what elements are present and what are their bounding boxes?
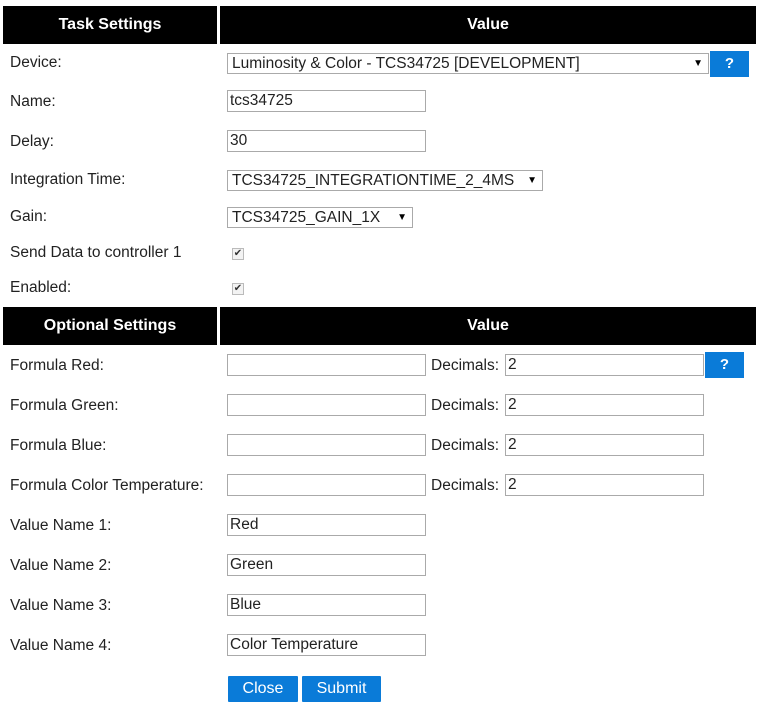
name-input[interactable]: tcs34725 xyxy=(227,90,426,112)
send-data-checkbox[interactable]: ✔ xyxy=(232,248,244,260)
task-settings-title: Task Settings xyxy=(58,16,162,33)
device-select[interactable]: Luminosity & Color - TCS34725 [DEVELOPME… xyxy=(227,53,709,74)
optional-value-title: Value xyxy=(467,317,509,334)
gain-select[interactable]: TCS34725_GAIN_1X ▼ xyxy=(227,207,413,228)
device-label: Device: xyxy=(10,54,62,71)
submit-button[interactable]: Submit xyxy=(302,676,381,702)
value-name-3-label: Value Name 3: xyxy=(10,597,112,614)
formula-blue-label: Formula Blue: xyxy=(10,437,107,454)
optional-settings-title: Optional Settings xyxy=(43,317,177,334)
enabled-label: Enabled: xyxy=(10,279,72,296)
value-name-4-label: Value Name 4: xyxy=(10,637,112,654)
name-label: Name: xyxy=(10,93,56,110)
value-name-2-label: Value Name 2: xyxy=(10,557,112,574)
decimals-red-label: Decimals: xyxy=(431,357,500,374)
task-value-header: Value xyxy=(220,6,756,44)
value-name-1-input[interactable]: Red xyxy=(227,514,426,536)
formula-color-temp-input[interactable] xyxy=(227,474,426,496)
enabled-checkbox[interactable]: ✔ xyxy=(232,283,244,295)
value-name-4-input[interactable]: Color Temperature xyxy=(227,634,426,656)
formula-green-input[interactable] xyxy=(227,394,426,416)
dropdown-arrow-icon: ▼ xyxy=(693,58,703,69)
integration-time-select[interactable]: TCS34725_INTEGRATIONTIME_2_4MS ▼ xyxy=(227,170,543,191)
device-help-button[interactable]: ? xyxy=(710,51,749,77)
decimals-green-label: Decimals: xyxy=(431,397,500,414)
task-value-title: Value xyxy=(467,16,509,33)
formula-color-temp-label: Formula Color Temperature: xyxy=(10,477,204,494)
delay-label: Delay: xyxy=(10,133,54,150)
decimals-blue-label: Decimals: xyxy=(431,437,500,454)
value-name-2-input[interactable]: Green xyxy=(227,554,426,576)
decimals-red-input[interactable]: 2 xyxy=(505,354,704,376)
integration-time-label: Integration Time: xyxy=(10,171,126,188)
decimals-green-input[interactable]: 2 xyxy=(505,394,704,416)
close-button[interactable]: Close xyxy=(228,676,298,702)
device-select-value: Luminosity & Color - TCS34725 [DEVELOPME… xyxy=(232,55,580,72)
optional-settings-header: Optional Settings xyxy=(3,307,217,345)
delay-input[interactable]: 30 xyxy=(227,130,426,152)
formula-help-button[interactable]: ? xyxy=(705,352,744,378)
optional-value-header: Value xyxy=(220,307,756,345)
dropdown-arrow-icon: ▼ xyxy=(397,212,407,223)
decimals-color-temp-input[interactable]: 2 xyxy=(505,474,704,496)
formula-red-label: Formula Red: xyxy=(10,357,104,374)
integration-time-value: TCS34725_INTEGRATIONTIME_2_4MS xyxy=(232,172,515,189)
dropdown-arrow-icon: ▼ xyxy=(527,175,537,186)
decimals-blue-input[interactable]: 2 xyxy=(505,434,704,456)
decimals-color-temp-label: Decimals: xyxy=(431,477,500,494)
gain-value: TCS34725_GAIN_1X xyxy=(232,209,381,226)
value-name-1-label: Value Name 1: xyxy=(10,517,112,534)
formula-blue-input[interactable] xyxy=(227,434,426,456)
value-name-3-input[interactable]: Blue xyxy=(227,594,426,616)
formula-red-input[interactable] xyxy=(227,354,426,376)
formula-green-label: Formula Green: xyxy=(10,397,119,414)
send-data-label: Send Data to controller 1 xyxy=(10,244,182,261)
gain-label: Gain: xyxy=(10,208,48,225)
task-settings-header: Task Settings xyxy=(3,6,217,44)
